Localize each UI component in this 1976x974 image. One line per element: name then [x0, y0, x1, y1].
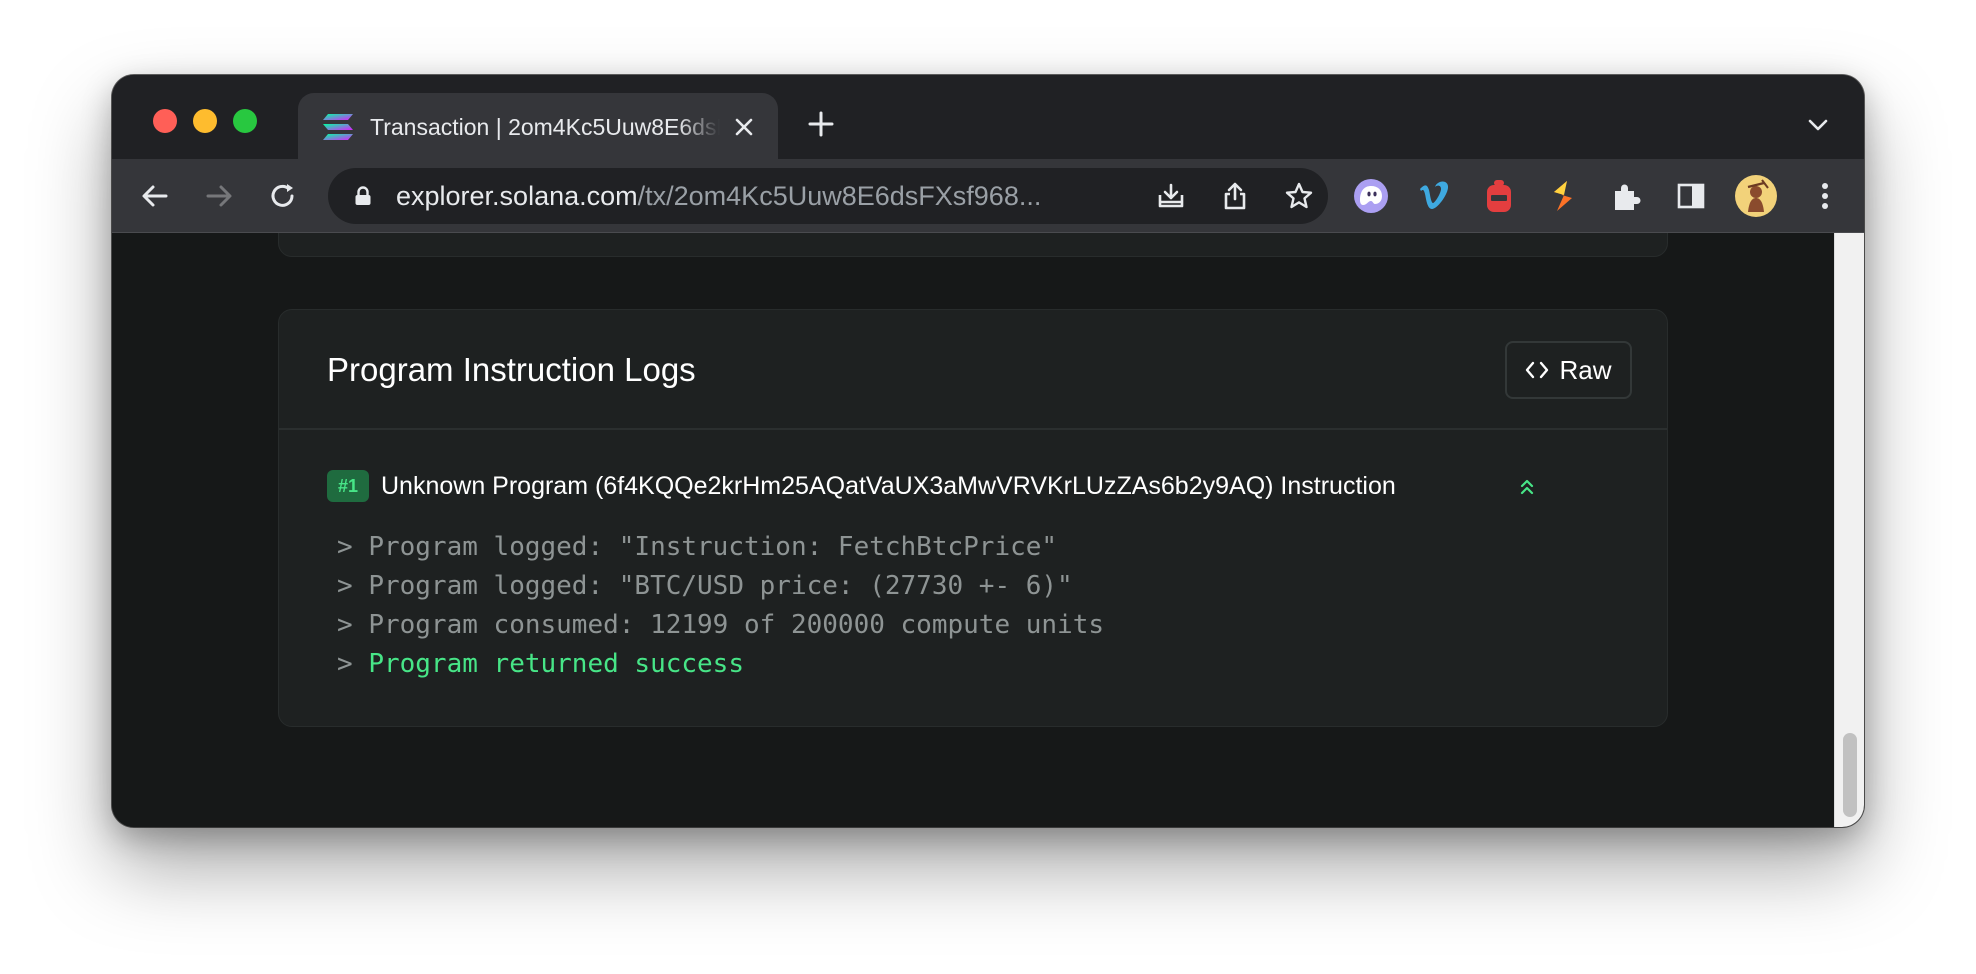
- url-path: /tx/2om4Kc5Uuw8E6dsFXsf968...: [637, 181, 1042, 211]
- close-window-button[interactable]: [153, 109, 177, 133]
- forward-arrow-icon[interactable]: [202, 179, 236, 213]
- log-message: Program logged: "BTC/USD price: (27730 +…: [368, 571, 1073, 601]
- backpack-icon[interactable]: [1480, 177, 1518, 215]
- address-bar[interactable]: explorer.solana.com/tx/2om4Kc5Uuw8E6dsFX…: [328, 168, 1328, 224]
- tab-close-icon[interactable]: [730, 113, 758, 141]
- back-arrow-icon[interactable]: [138, 179, 172, 213]
- log-list: > Program logged: "Instruction: FetchBtc…: [337, 528, 1537, 684]
- raw-button[interactable]: Raw: [1505, 341, 1632, 399]
- solana-logo-icon: [323, 114, 353, 140]
- active-tab[interactable]: Transaction | 2om4Kc5Uuw8E6dsFXsf968: [298, 93, 778, 159]
- log-line: > Program logged: "Instruction: FetchBtc…: [337, 528, 1537, 567]
- instruction-number-badge: #1: [327, 470, 369, 502]
- scrollbar-thumb[interactable]: [1843, 733, 1857, 817]
- log-prompt: >: [337, 571, 353, 601]
- program-instruction-logs-card: Program Instruction Logs Raw #1 Unknown …: [278, 309, 1668, 727]
- vimeo-icon[interactable]: [1416, 177, 1454, 215]
- phantom-icon[interactable]: [1352, 177, 1390, 215]
- url-text[interactable]: explorer.solana.com/tx/2om4Kc5Uuw8E6dsFX…: [396, 180, 1116, 212]
- log-prompt: >: [337, 532, 353, 562]
- zoom-window-button[interactable]: [233, 109, 257, 133]
- log-message: Program returned success: [368, 649, 744, 679]
- code-icon: [1526, 361, 1549, 379]
- log-line: > Program consumed: 12199 of 200000 comp…: [337, 606, 1537, 645]
- kebab-menu-icon[interactable]: [1812, 177, 1838, 215]
- reload-icon[interactable]: [266, 179, 300, 213]
- minimize-window-button[interactable]: [193, 109, 217, 133]
- lock-icon[interactable]: [354, 186, 372, 206]
- new-tab-icon[interactable]: [806, 109, 836, 139]
- log-message: Program consumed: 12199 of 200000 comput…: [368, 610, 1105, 640]
- url-host: explorer.solana.com: [396, 181, 638, 211]
- tab-strip: Transaction | 2om4Kc5Uuw8E6dsFXsf968: [112, 75, 1864, 159]
- instruction-header: #1 Unknown Program (6f4KQQe2krHm25AQatVa…: [327, 468, 1627, 508]
- previous-card: [278, 233, 1668, 257]
- solflare-icon[interactable]: [1544, 177, 1582, 215]
- browser-toolbar: explorer.solana.com/tx/2om4Kc5Uuw8E6dsFX…: [112, 159, 1864, 233]
- browser-window: Transaction | 2om4Kc5Uuw8E6dsFXsf968: [112, 75, 1864, 827]
- instruction-title: Unknown Program (6f4KQQe2krHm25AQatVaUX3…: [381, 472, 1396, 500]
- log-line-success: > Program returned success: [337, 645, 1537, 684]
- star-icon[interactable]: [1284, 181, 1314, 211]
- log-prompt: >: [337, 610, 353, 640]
- side-panel-icon[interactable]: [1672, 177, 1710, 215]
- log-prompt: >: [337, 649, 353, 679]
- log-message: Program logged: "Instruction: FetchBtcPr…: [368, 532, 1058, 562]
- share-icon[interactable]: [1220, 181, 1250, 211]
- puzzle-icon[interactable]: [1608, 177, 1646, 215]
- chevron-down-icon[interactable]: [1806, 115, 1830, 135]
- page-viewport: Program Instruction Logs Raw #1 Unknown …: [112, 233, 1864, 827]
- card-title: Program Instruction Logs: [327, 351, 696, 388]
- chevrons-up-icon[interactable]: [1519, 478, 1535, 496]
- vertical-scrollbar[interactable]: [1834, 233, 1864, 827]
- raw-button-label: Raw: [1559, 354, 1612, 385]
- tab-title: Transaction | 2om4Kc5Uuw8E6dsFXsf968: [370, 114, 720, 140]
- card-header: Program Instruction Logs Raw: [279, 310, 1667, 430]
- install-app-icon[interactable]: [1156, 181, 1186, 211]
- log-line: > Program logged: "BTC/USD price: (27730…: [337, 567, 1537, 606]
- profile-avatar[interactable]: [1734, 174, 1778, 218]
